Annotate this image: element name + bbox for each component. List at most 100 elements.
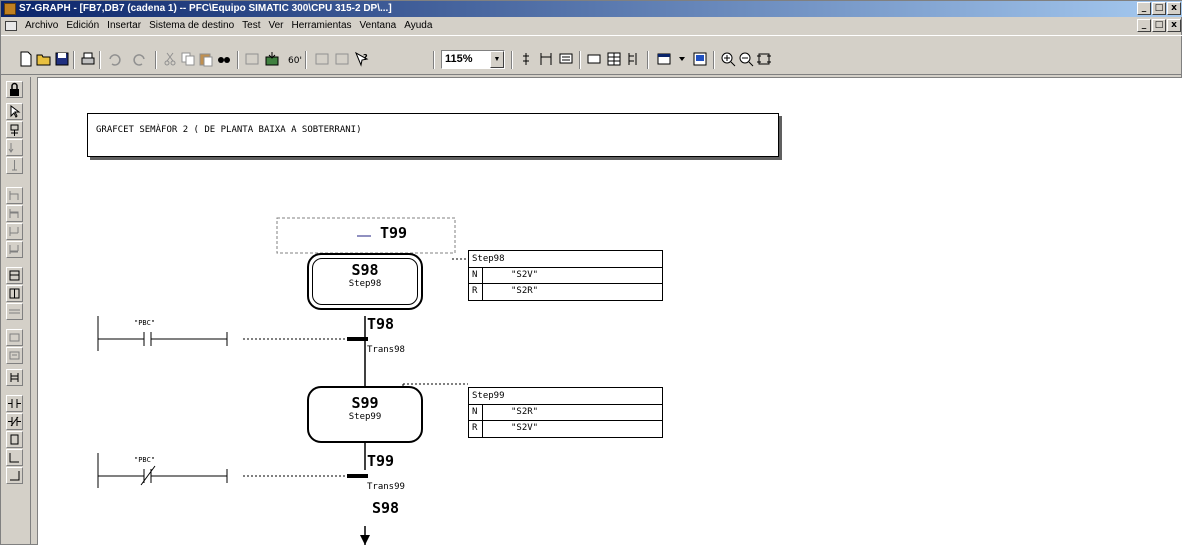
action-operand: "S2V"	[511, 270, 539, 280]
menu-edicion[interactable]: Edición	[62, 18, 103, 34]
action-qualifier: N	[469, 268, 483, 283]
find-icon[interactable]	[215, 50, 233, 68]
step-transition-icon[interactable]	[6, 121, 23, 138]
action-operand: "S2V"	[511, 423, 539, 433]
svg-text:?: ?	[363, 53, 368, 62]
pointer-icon[interactable]	[6, 103, 23, 120]
no-contact-icon[interactable]	[6, 395, 23, 412]
step-s98[interactable]: S98 Step98	[307, 253, 423, 310]
action-table-title: Step99	[469, 388, 662, 405]
title-bar: S7-GRAPH - [FB7,DB7 (cadena 1) -- PFC\Eq…	[1, 1, 1182, 17]
nc-contact-pbc	[98, 465, 228, 486]
action-row[interactable]: R "S2R"	[469, 284, 662, 300]
contact-box-icon[interactable]	[6, 267, 23, 284]
transition-t98-comment: Trans98	[367, 345, 405, 355]
menu-herramientas[interactable]: Herramientas	[288, 18, 356, 34]
document-icon[interactable]	[5, 21, 17, 31]
maximize-button[interactable]: □	[1152, 2, 1166, 15]
transition-t99-name: T99	[367, 452, 395, 470]
operand-icon[interactable]	[585, 50, 603, 68]
doc-maximize-button[interactable]: □	[1152, 19, 1166, 32]
contact-label: "PBC"	[134, 456, 156, 464]
redo-icon[interactable]	[131, 50, 149, 68]
multi-contact-icon[interactable]	[6, 369, 23, 386]
print-icon[interactable]	[79, 50, 97, 68]
transition-bar-t98	[347, 337, 368, 341]
menu-sistema-de-destino[interactable]: Sistema de destino	[145, 18, 238, 34]
cut-icon[interactable]	[161, 50, 179, 68]
menu-archivo[interactable]: Archivo	[21, 18, 62, 34]
contact-label: "PBC"	[134, 319, 156, 327]
action-table-s98[interactable]: Step98 N "S2V" R "S2R"	[468, 250, 663, 301]
menu-ventana[interactable]: Ventana	[356, 18, 401, 34]
window-title: S7-GRAPH - [FB7,DB7 (cadena 1) -- PFC\Eq…	[19, 3, 392, 14]
overview-icon[interactable]	[625, 50, 643, 68]
close-button[interactable]: x	[1167, 2, 1181, 15]
jump-in-label: T99	[380, 224, 408, 242]
action-row[interactable]: N "S2V"	[469, 268, 662, 284]
undo-icon[interactable]	[105, 50, 123, 68]
end-icon[interactable]	[6, 157, 23, 174]
chevron-down-icon[interactable]	[673, 50, 691, 68]
alt-branch-icon[interactable]	[6, 187, 23, 204]
action-table-s99[interactable]: Step99 N "S2R" R "S2V"	[468, 387, 663, 438]
sim-branch-icon[interactable]	[6, 205, 23, 222]
copy-icon[interactable]	[179, 50, 197, 68]
sequence-icon[interactable]	[537, 50, 555, 68]
menu-ver[interactable]: Ver	[264, 18, 287, 34]
lock-icon[interactable]	[6, 81, 23, 98]
interlock-icon[interactable]	[6, 347, 23, 364]
coil-icon[interactable]	[6, 431, 23, 448]
minimize-button[interactable]: _	[1137, 2, 1151, 15]
branch-open-icon[interactable]	[6, 449, 23, 466]
doc-close-button[interactable]: x	[1167, 19, 1181, 32]
new-icon[interactable]	[17, 50, 35, 68]
transition-icon[interactable]	[333, 50, 351, 68]
zoom-select[interactable]: 115% ▼	[441, 50, 505, 69]
action-row[interactable]: N "S2R"	[469, 405, 662, 421]
zoom-out-icon[interactable]	[737, 50, 755, 68]
menu-ayuda[interactable]: Ayuda	[400, 18, 436, 34]
action-row[interactable]: R "S2V"	[469, 421, 662, 437]
close-sim-branch-icon[interactable]	[6, 241, 23, 258]
coil-box-icon[interactable]	[6, 285, 23, 302]
save-icon[interactable]	[53, 50, 71, 68]
monitor-icon[interactable]: 60'	[285, 50, 303, 68]
transition-t99-comment: Trans99	[367, 482, 405, 492]
action-qualifier: N	[469, 405, 483, 420]
jump-icon[interactable]	[6, 139, 23, 156]
download-icon[interactable]	[263, 50, 281, 68]
step-icon[interactable]	[313, 50, 331, 68]
branch-icon[interactable]	[517, 50, 535, 68]
help-icon[interactable]: ?	[353, 50, 371, 68]
block-icon[interactable]	[655, 50, 673, 68]
network-icon[interactable]	[6, 329, 23, 346]
menu-bar: Archivo Edición Insertar Sistema de dest…	[1, 18, 1182, 34]
toolbar: 60' ? 115% ▼	[1, 35, 1182, 75]
compile-icon[interactable]	[243, 50, 261, 68]
paste-icon[interactable]	[197, 50, 215, 68]
zoom-in-icon[interactable]	[719, 50, 737, 68]
no-contact-pbc	[98, 332, 228, 346]
doc-minimize-button[interactable]: _	[1137, 19, 1151, 32]
app-icon	[4, 3, 16, 15]
menu-insertar[interactable]: Insertar	[103, 18, 145, 34]
step-name: S99	[351, 394, 379, 412]
action-qualifier: R	[469, 421, 483, 437]
fit-icon[interactable]	[755, 50, 773, 68]
nc-contact-icon[interactable]	[6, 413, 23, 430]
view-icon[interactable]	[691, 50, 709, 68]
graph-workspace[interactable]: GRAFCET SEMÀFOR 2 ( DE PLANTA BAIXA A SO…	[37, 77, 1182, 545]
open-icon[interactable]	[35, 50, 53, 68]
compare-icon[interactable]	[6, 303, 23, 320]
comment-icon[interactable]	[557, 50, 575, 68]
chevron-down-icon[interactable]: ▼	[490, 51, 504, 68]
close-branch-icon[interactable]	[6, 223, 23, 240]
menu-test[interactable]: Test	[238, 18, 264, 34]
element-palette	[1, 77, 31, 545]
branch-close-icon[interactable]	[6, 467, 23, 484]
step-s99[interactable]: S99 Step99	[307, 386, 423, 443]
action-operand: "S2R"	[511, 286, 539, 296]
table-icon[interactable]	[605, 50, 623, 68]
step-comment: Step99	[348, 412, 382, 422]
